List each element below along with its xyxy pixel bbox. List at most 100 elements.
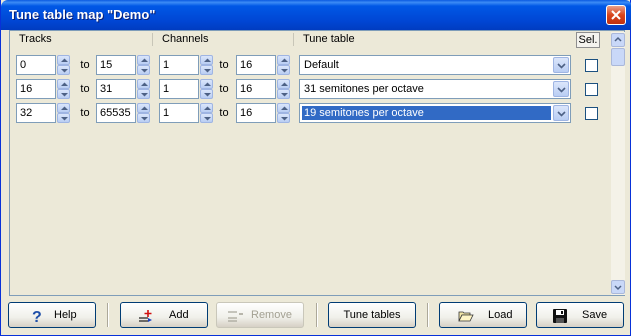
track-from-spinner-value[interactable]: 0 [16, 55, 56, 75]
channel-to-spinner[interactable]: 16 [236, 103, 291, 123]
row-select-checkbox[interactable] [585, 83, 598, 96]
remove-label: Remove [251, 309, 292, 321]
channel-from-spinner-value[interactable]: 1 [159, 55, 199, 75]
spin-down-button[interactable] [137, 65, 150, 75]
select-all-button[interactable]: Sel. [576, 32, 600, 48]
spin-down-button[interactable] [277, 65, 290, 75]
tune-table-select[interactable]: Default [299, 55, 571, 75]
channel-from-spinner[interactable]: 1 [159, 103, 214, 123]
header-channels[interactable]: Channels [162, 32, 292, 47]
chevron-down-icon [614, 285, 622, 291]
track-from-spinner[interactable]: 16 [16, 79, 71, 99]
spin-up-button[interactable] [277, 79, 290, 89]
spin-down-button[interactable] [277, 113, 290, 123]
add-button[interactable]: Add [120, 302, 208, 328]
load-button[interactable]: Load [439, 302, 527, 328]
channel-to-spinner[interactable]: 16 [236, 55, 291, 75]
load-label: Load [488, 309, 513, 321]
spin-down-icon [204, 93, 211, 97]
track-to-spinner-value[interactable]: 31 [96, 79, 136, 99]
channel-from-spinner-value[interactable]: 1 [159, 79, 199, 99]
spin-down-icon [281, 117, 288, 121]
to-label: to [219, 107, 229, 119]
spin-down-button[interactable] [200, 65, 213, 75]
spin-up-button[interactable] [137, 79, 150, 89]
close-button[interactable] [606, 5, 626, 25]
vertical-scrollbar[interactable] [611, 32, 625, 295]
tune-tables-label: Tune tables [343, 309, 401, 321]
spin-up-button[interactable] [200, 103, 213, 113]
save-button[interactable]: Save [536, 302, 624, 328]
spin-down-button[interactable] [200, 89, 213, 99]
spin-up-button[interactable] [57, 79, 70, 89]
track-to-spinner-value[interactable]: 15 [96, 55, 136, 75]
channel-from-spinner-value[interactable]: 1 [159, 103, 199, 123]
tune-table-value: 31 semitones per octave [304, 83, 424, 95]
spin-down-button[interactable] [57, 113, 70, 123]
spin-down-button[interactable] [137, 113, 150, 123]
spin-up-button[interactable] [57, 103, 70, 113]
spin-up-button[interactable] [57, 55, 70, 65]
spin-up-button[interactable] [277, 103, 290, 113]
dropdown-button[interactable] [553, 81, 569, 97]
add-row-icon [139, 310, 152, 322]
track-from-spinner-arrows [57, 103, 71, 123]
track-to-spinner[interactable]: 65535 [96, 103, 151, 123]
scroll-up-button[interactable] [611, 33, 625, 47]
tune-table-value: Default [304, 59, 339, 71]
track-from-spinner[interactable]: 32 [16, 103, 71, 123]
spin-up-button[interactable] [137, 103, 150, 113]
channel-from-spinner[interactable]: 1 [159, 79, 214, 99]
to-label: to [80, 59, 90, 71]
spin-down-icon [141, 69, 148, 73]
tune-table-select[interactable]: 31 semitones per octave [299, 79, 571, 99]
channel-to-spinner-value[interactable]: 16 [236, 103, 276, 123]
spin-up-button[interactable] [277, 55, 290, 65]
spin-down-button[interactable] [200, 113, 213, 123]
tune-table-select[interactable]: 19 semitones per octave [299, 103, 571, 123]
scroll-down-button[interactable] [611, 280, 625, 294]
help-icon: ? [32, 309, 42, 324]
dropdown-button[interactable] [553, 57, 569, 73]
channel-from-spinner[interactable]: 1 [159, 55, 214, 75]
help-button[interactable]: ? Help [8, 302, 96, 328]
spin-down-button[interactable] [57, 65, 70, 75]
track-from-spinner-arrows [57, 79, 71, 99]
header-tracks[interactable]: Tracks [19, 32, 149, 47]
header-divider[interactable] [293, 33, 294, 46]
spin-down-button[interactable] [137, 89, 150, 99]
row-select-checkbox[interactable] [585, 59, 598, 72]
track-from-spinner-value[interactable]: 16 [16, 79, 56, 99]
spin-up-button[interactable] [137, 55, 150, 65]
header-tune-table[interactable]: Tune table [303, 32, 503, 47]
tune-tables-button[interactable]: Tune tables [328, 302, 416, 328]
row-select-checkbox[interactable] [585, 107, 598, 120]
help-label: Help [54, 309, 77, 321]
scroll-thumb[interactable] [611, 48, 625, 66]
track-to-spinner[interactable]: 15 [96, 55, 151, 75]
track-from-spinner-value[interactable]: 32 [16, 103, 56, 123]
channel-from-spinner-arrows [200, 103, 214, 123]
spin-down-button[interactable] [57, 89, 70, 99]
channel-to-spinner-value[interactable]: 16 [236, 79, 276, 99]
channel-to-spinner-arrows [277, 79, 291, 99]
dialog-window: Tune table map "Demo" Tracks Channels Tu… [0, 0, 631, 336]
spin-up-icon [141, 106, 148, 110]
spin-down-button[interactable] [277, 89, 290, 99]
spin-up-button[interactable] [200, 79, 213, 89]
dropdown-button[interactable] [553, 105, 569, 121]
track-to-spinner[interactable]: 31 [96, 79, 151, 99]
track-to-spinner-value[interactable]: 65535 [96, 103, 136, 123]
track-from-spinner[interactable]: 0 [16, 55, 71, 75]
spin-up-button[interactable] [200, 55, 213, 65]
remove-button[interactable]: Remove [216, 302, 304, 328]
svg-text:?: ? [32, 309, 42, 324]
title-bar[interactable]: Tune table map "Demo" [1, 0, 631, 30]
track-to-spinner-arrows [137, 55, 151, 75]
track-from-spinner-arrows [57, 55, 71, 75]
channel-to-spinner[interactable]: 16 [236, 79, 291, 99]
spin-up-icon [281, 82, 288, 86]
close-icon [611, 10, 621, 20]
channel-to-spinner-value[interactable]: 16 [236, 55, 276, 75]
header-divider[interactable] [152, 33, 153, 46]
